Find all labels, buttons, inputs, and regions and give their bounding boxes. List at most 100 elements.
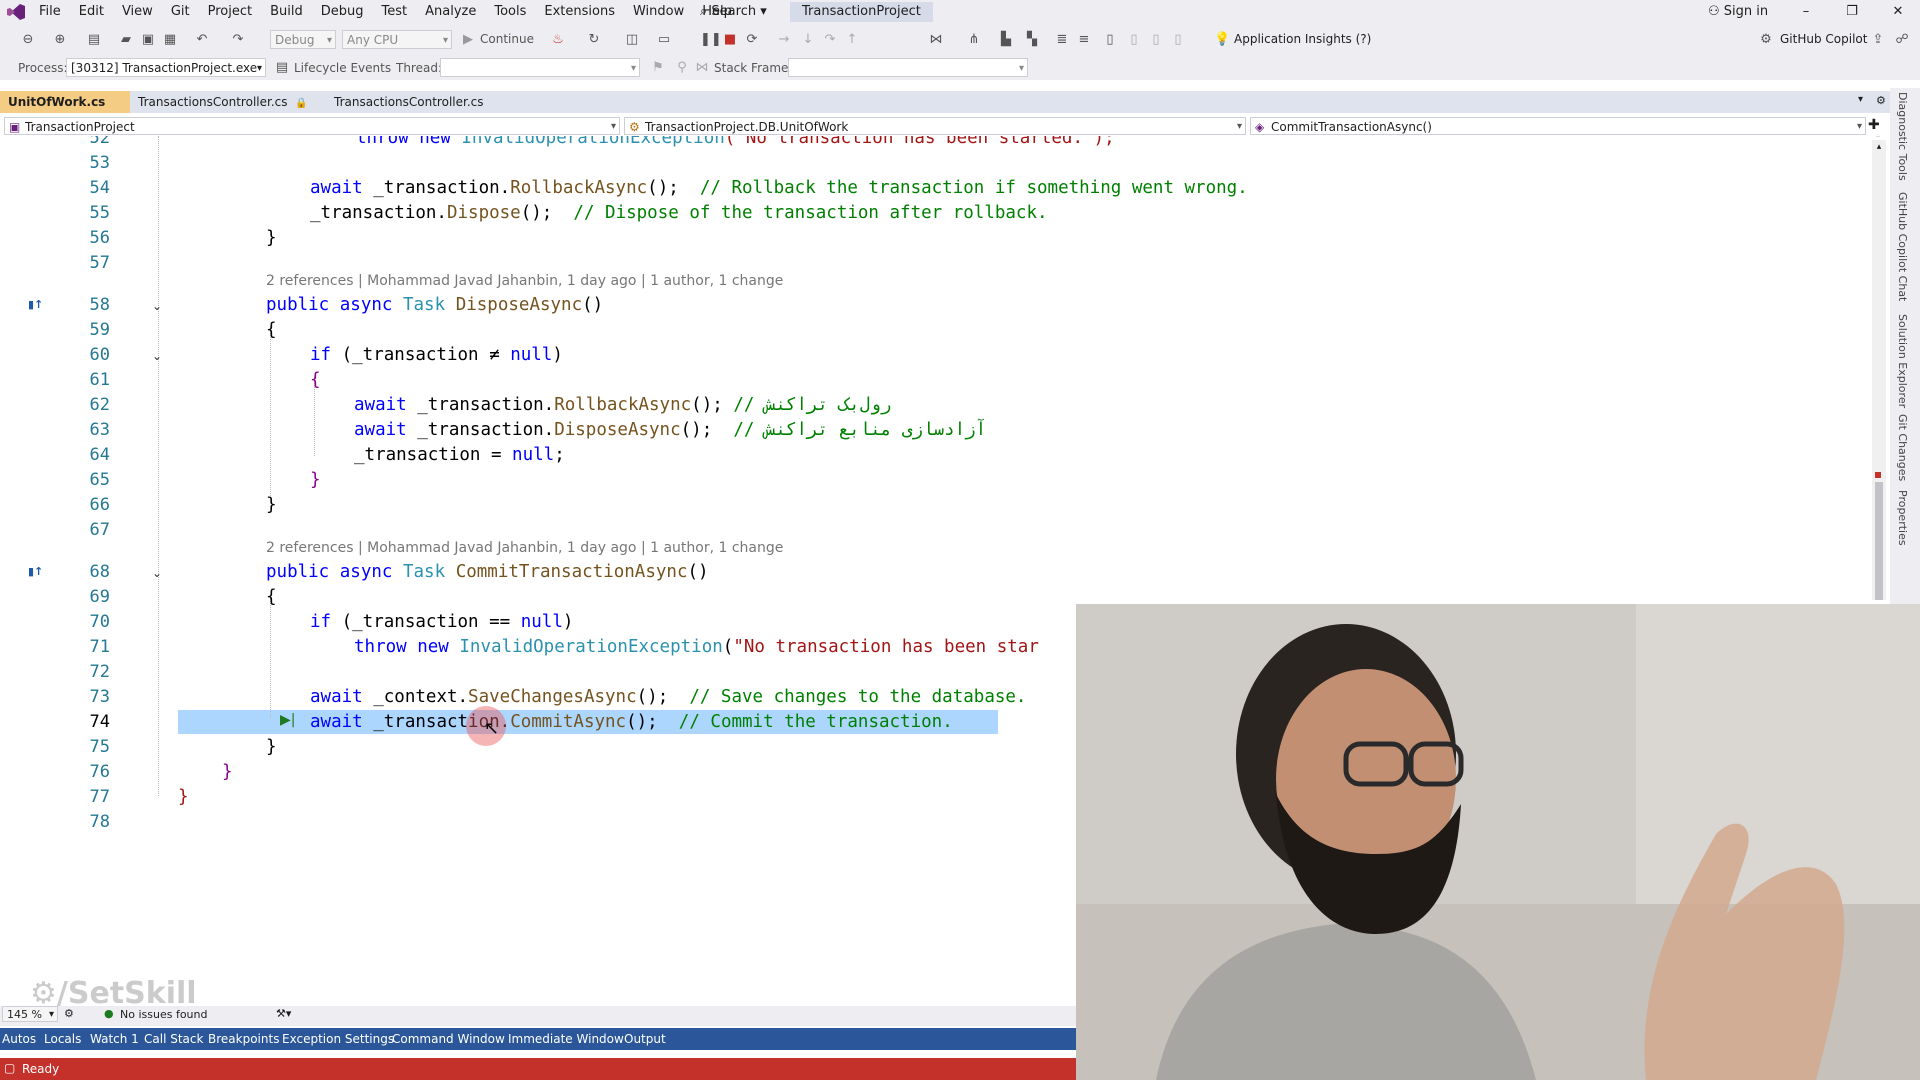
outdent-icon[interactable]: ≡ [1076, 32, 1092, 48]
menu-debug[interactable]: Debug [312, 0, 373, 24]
pause-icon[interactable]: ❚❚ [700, 32, 722, 48]
tab-settings-icon[interactable]: ⚙ [1876, 94, 1886, 107]
codelens-dispose[interactable]: 2 references | Mohammad Javad Jahanbin, … [266, 273, 783, 289]
tab-transactions-controller[interactable]: TransactionsController.cs [326, 91, 506, 113]
codelens-marker-icon[interactable]: ▮↑ [28, 298, 50, 312]
feedback-icon[interactable]: ☍ [1894, 32, 1910, 48]
tasks-icon[interactable]: ▚ [1024, 32, 1040, 48]
search-button[interactable]: ⌕ Search ▾ [700, 0, 767, 24]
split-editor-icon[interactable]: ✚ [1868, 117, 1880, 133]
close-window-button[interactable]: ✕ [1878, 0, 1918, 24]
stop-icon[interactable]: ■ [722, 32, 738, 48]
issues-status[interactable]: No issues found [120, 1008, 207, 1021]
forward-icon[interactable]: ⊕ [52, 32, 68, 48]
process-dropdown[interactable]: [30312] TransactionProject.exe [66, 58, 266, 78]
code-line-76: } [222, 762, 233, 782]
diagnostic-tools-tab[interactable]: Diagnostic Tools [1896, 92, 1909, 181]
copilot-chat-tab[interactable]: GitHub Copilot Chat [1896, 192, 1909, 301]
step-out-icon[interactable]: ↑ [844, 32, 860, 48]
menu-analyze[interactable]: Analyze [416, 0, 485, 24]
flag-thread-icon[interactable]: ⚑ [650, 60, 666, 76]
filter-icon[interactable]: ⚲ [674, 60, 690, 76]
collapse-icon[interactable]: ⌄ [152, 350, 164, 362]
tab-command-window[interactable]: Command Window [392, 1028, 505, 1050]
project-nav-dropdown[interactable]: ▣ TransactionProject [4, 117, 620, 136]
lifecycle-events-dropdown[interactable]: Lifecycle Events [294, 56, 391, 80]
redo-icon[interactable]: ↷ [230, 32, 246, 48]
new-item-icon[interactable]: ▤ [86, 32, 102, 48]
show-next-statement-icon[interactable]: → [776, 32, 792, 48]
codelens-commit[interactable]: 2 references | Mohammad Javad Jahanbin, … [266, 540, 783, 556]
menu-git[interactable]: Git [162, 0, 199, 24]
restart-debug-icon[interactable]: ⟳ [744, 32, 760, 48]
step-over-icon[interactable]: ↷ [822, 32, 838, 48]
tab-output[interactable]: Output [624, 1028, 666, 1050]
open-folder-icon[interactable]: ▰ [118, 32, 134, 48]
back-icon[interactable]: ⊖ [20, 32, 36, 48]
git-changes-tab[interactable]: Git Changes [1896, 414, 1909, 481]
tab-unitofwork[interactable]: UnitOfWork.cs ⊸ ✕ [0, 91, 130, 131]
scrollbar-thumb[interactable] [1875, 482, 1883, 600]
platform-dropdown[interactable]: Any CPU [342, 30, 452, 50]
tab-exception-settings[interactable]: Exception Settings [282, 1028, 394, 1050]
tab-watch-1[interactable]: Watch 1 [90, 1028, 139, 1050]
undo-icon[interactable]: ↶ [194, 32, 210, 48]
menu-project[interactable]: Project [199, 0, 261, 24]
member-nav-dropdown[interactable]: ◈ CommitTransactionAsync() [1250, 117, 1866, 136]
tab-immediate-window[interactable]: Immediate Window [508, 1028, 624, 1050]
presenter-video-icon [1076, 604, 1920, 1080]
threads-icon[interactable]: ⋔ [966, 32, 982, 48]
menu-tools[interactable]: Tools [485, 0, 535, 24]
collapse-icon[interactable]: ⌄ [152, 567, 164, 579]
tab-call-stack[interactable]: Call Stack [144, 1028, 203, 1050]
minimize-button[interactable]: – [1786, 0, 1826, 24]
menu-view[interactable]: View [113, 0, 162, 24]
codelens-marker-icon[interactable]: ▮↑ [28, 565, 50, 579]
code-cleanup-icon[interactable]: ⚒▾ [276, 1007, 291, 1020]
sign-in-button[interactable]: ⚇ Sign in [1708, 0, 1768, 24]
properties-tab[interactable]: Properties [1896, 490, 1909, 546]
tab-list-dropdown-icon[interactable]: ▾ [1858, 94, 1863, 105]
application-insights-button[interactable]: Application Insights (?) [1234, 32, 1371, 46]
save-all-icon[interactable]: ▦ [162, 32, 178, 48]
restart-icon[interactable]: ↻ [586, 32, 602, 48]
github-copilot-button[interactable]: GitHub Copilot [1780, 32, 1867, 46]
menu-file[interactable]: File [30, 0, 70, 24]
tab-autos[interactable]: Autos [2, 1028, 36, 1050]
breakpoint-window-icon[interactable]: ▙ [998, 32, 1014, 48]
menu-edit[interactable]: Edit [70, 0, 113, 24]
hex-display-icon[interactable]: ⋈ [928, 32, 944, 48]
continue-button[interactable]: Continue [480, 32, 534, 46]
layout-icon[interactable]: ▭ [656, 32, 672, 48]
hot-reload-icon[interactable]: ♨ [550, 32, 566, 48]
browse-icon[interactable]: ◫ [624, 32, 640, 48]
menu-window[interactable]: Window [624, 0, 693, 24]
threads-filter-icon[interactable]: ⋈ [694, 60, 710, 76]
tab-breakpoints[interactable]: Breakpoints [208, 1028, 279, 1050]
stack-frame-dropdown[interactable] [788, 58, 1028, 78]
webcam-overlay [1076, 604, 1920, 1080]
code-line-66: } [266, 495, 277, 515]
prev-bookmark-icon[interactable]: ▯ [1126, 32, 1142, 48]
menu-build[interactable]: Build [261, 0, 312, 24]
menu-extensions[interactable]: Extensions [535, 0, 624, 24]
scroll-up-icon[interactable]: ▴ [1873, 142, 1885, 152]
collapse-icon[interactable]: ⌄ [152, 300, 164, 312]
configuration-dropdown[interactable]: Debug [270, 30, 336, 50]
maximize-button[interactable]: ❐ [1832, 0, 1872, 24]
zoom-dropdown[interactable]: 145 % [2, 1006, 58, 1023]
clear-bookmarks-icon[interactable]: ▯ [1170, 32, 1186, 48]
save-icon[interactable]: ▣ [140, 32, 156, 48]
thread-dropdown[interactable] [440, 58, 640, 78]
step-into-icon[interactable]: ↓ [800, 32, 816, 48]
solution-explorer-tab[interactable]: Solution Explorer [1896, 314, 1909, 408]
tab-locals[interactable]: Locals [44, 1028, 81, 1050]
menu-test[interactable]: Test [373, 0, 417, 24]
class-nav-dropdown[interactable]: ⚙ TransactionProject.DB.UnitOfWork [624, 117, 1246, 136]
next-bookmark-icon[interactable]: ▯ [1148, 32, 1164, 48]
indent-icon[interactable]: ≣ [1054, 32, 1070, 48]
bookmark-icon[interactable]: ▯ [1102, 32, 1118, 48]
tab-transactions-controller-locked[interactable]: TransactionsController.cs 🔒 [130, 91, 326, 113]
current-line-number: 74 [89, 712, 110, 732]
share-icon[interactable]: ⇪ [1870, 32, 1886, 48]
